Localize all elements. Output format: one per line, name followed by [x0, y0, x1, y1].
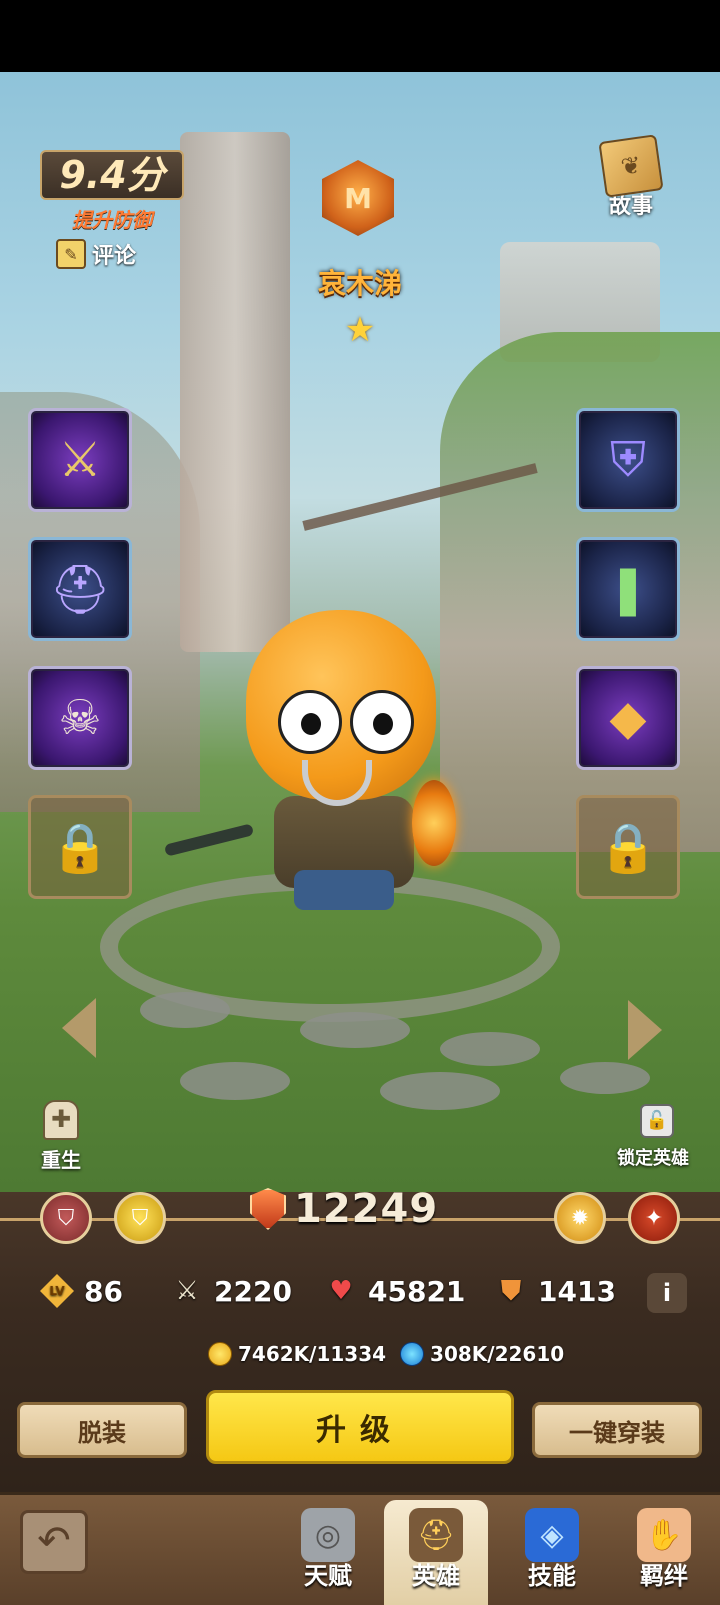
tab-label: 英雄: [412, 1562, 460, 1590]
lock-hero-button[interactable]: 🔓 锁定英雄: [612, 1104, 702, 1170]
tombstone-icon: ✚: [43, 1100, 79, 1140]
exp-orb-icon: [400, 1342, 425, 1366]
book-icon: ❦: [598, 134, 664, 198]
equip-slot-boots[interactable]: ❚: [576, 537, 680, 641]
rating-score: 9.4分: [40, 150, 184, 200]
power-value: 12249: [294, 1186, 439, 1232]
stepping-stone: [300, 1012, 410, 1048]
shield-badge-red-icon[interactable]: ⛉: [40, 1192, 92, 1244]
level-icon: LV: [40, 1274, 74, 1308]
background-tower: [180, 132, 290, 652]
tab-talent[interactable]: ◎ 天赋: [276, 1500, 380, 1605]
hero-helmet-icon: ⛑: [409, 1508, 463, 1562]
equip-slot-armor[interactable]: ⛨: [576, 408, 680, 512]
tab-label: 技能: [528, 1562, 576, 1590]
comment-icon: ✎: [56, 239, 86, 269]
rating-hint: 提升防御: [72, 208, 152, 232]
stepping-stone: [440, 1032, 540, 1066]
comment-label: 评论: [92, 244, 137, 269]
stepping-stone: [380, 1072, 500, 1110]
unequip-button[interactable]: 脱装: [17, 1402, 187, 1458]
sword-icon: ⚔: [58, 432, 102, 488]
rebirth-label: 重生: [41, 1148, 81, 1172]
boots-icon: ❚: [607, 561, 649, 617]
rebirth-button[interactable]: ✚ 重生: [36, 1100, 86, 1173]
status-bar: [0, 0, 720, 72]
stepping-stone: [560, 1062, 650, 1094]
upgrade-button[interactable]: 升级: [206, 1390, 514, 1464]
skill-book-icon: ◈: [525, 1508, 579, 1562]
tab-label: 羁绊: [640, 1562, 688, 1590]
tab-hero[interactable]: ⛑ 英雄: [384, 1500, 488, 1605]
prev-hero-arrow-icon[interactable]: [62, 998, 96, 1058]
tab-skill[interactable]: ◈ 技能: [500, 1500, 604, 1605]
stepping-stone: [140, 992, 230, 1028]
gold-coin-icon: [208, 1342, 232, 1366]
crossed-swords-icon: ⚔: [175, 1276, 199, 1306]
gold-value: 7462K/11334: [238, 1342, 387, 1366]
equip-slot-locked-left[interactable]: 🔒: [28, 795, 132, 899]
helmet-icon: ⛑: [49, 561, 111, 618]
lock-icon: 🔒: [50, 819, 110, 876]
hero-eye: [278, 690, 342, 754]
hero-legs: [294, 870, 394, 910]
tab-label: 天赋: [304, 1562, 352, 1590]
next-hero-arrow-icon[interactable]: [628, 1000, 662, 1060]
exp-value: 308K/22610: [430, 1342, 565, 1366]
attack-value: 2220: [214, 1274, 292, 1308]
equip-all-button[interactable]: 一键穿装: [532, 1402, 702, 1458]
hp-value: 45821: [368, 1274, 466, 1308]
stat-attack: ⚔ 2220: [170, 1274, 324, 1308]
heart-icon: ♥: [329, 1276, 353, 1306]
shield-icon: ⛊: [501, 1275, 521, 1306]
lock-hero-label: 锁定英雄: [617, 1148, 689, 1169]
story-button[interactable]: ❦ 故事: [596, 134, 666, 220]
exp-cost: 308K/22610: [400, 1342, 564, 1366]
defense-value: 1413: [538, 1274, 616, 1308]
tab-bond[interactable]: ✋ 羁绊: [612, 1500, 716, 1605]
skull-staff-icon: ☠: [58, 690, 102, 746]
necklace-icon: ◆: [609, 690, 647, 746]
stat-hp: ♥ 45821: [324, 1274, 494, 1308]
lock-icon: 🔒: [598, 819, 658, 876]
equip-slot-helmet[interactable]: ⛑: [28, 537, 132, 641]
hero-shield: [412, 780, 456, 866]
padlock-icon: 🔓: [640, 1104, 674, 1138]
hero-name: 哀木涕: [317, 267, 402, 300]
upgrade-cost: 7462K/11334 308K/22610: [208, 1342, 564, 1366]
comment-button[interactable]: ✎ 评论: [56, 238, 136, 270]
back-arrow-icon[interactable]: ↶: [20, 1510, 88, 1574]
gold-cost: 7462K/11334: [208, 1342, 386, 1366]
stat-defense: ⛊ 1413: [494, 1274, 644, 1308]
emblem-red-icon[interactable]: ✦: [628, 1192, 680, 1244]
star-icon: ★: [344, 310, 376, 350]
stats-row: LV 86 ⚔ 2220 ♥ 45821 ⛊ 1413: [40, 1268, 700, 1314]
equip-slot-necklace[interactable]: ◆: [576, 666, 680, 770]
equip-slot-locked-right[interactable]: 🔒: [576, 795, 680, 899]
power-shield-icon: [250, 1188, 286, 1230]
handshake-icon: ✋: [637, 1508, 691, 1562]
stat-level: LV 86: [40, 1274, 170, 1308]
shield-badge-gold-icon[interactable]: ⛉: [114, 1192, 166, 1244]
level-value: 86: [84, 1274, 123, 1308]
armor-icon: ⛨: [609, 431, 646, 488]
talent-stone-icon: ◎: [301, 1508, 355, 1562]
equip-slot-staff[interactable]: ☠: [28, 666, 132, 770]
combat-power: 12249: [250, 1186, 438, 1232]
equip-slot-weapon[interactable]: ⚔: [28, 408, 132, 512]
stepping-stone: [180, 1062, 290, 1100]
hero-character[interactable]: [163, 600, 456, 920]
hero-eye: [350, 690, 414, 754]
info-button[interactable]: i: [647, 1273, 687, 1313]
emblem-gold-icon[interactable]: ✹: [554, 1192, 606, 1244]
